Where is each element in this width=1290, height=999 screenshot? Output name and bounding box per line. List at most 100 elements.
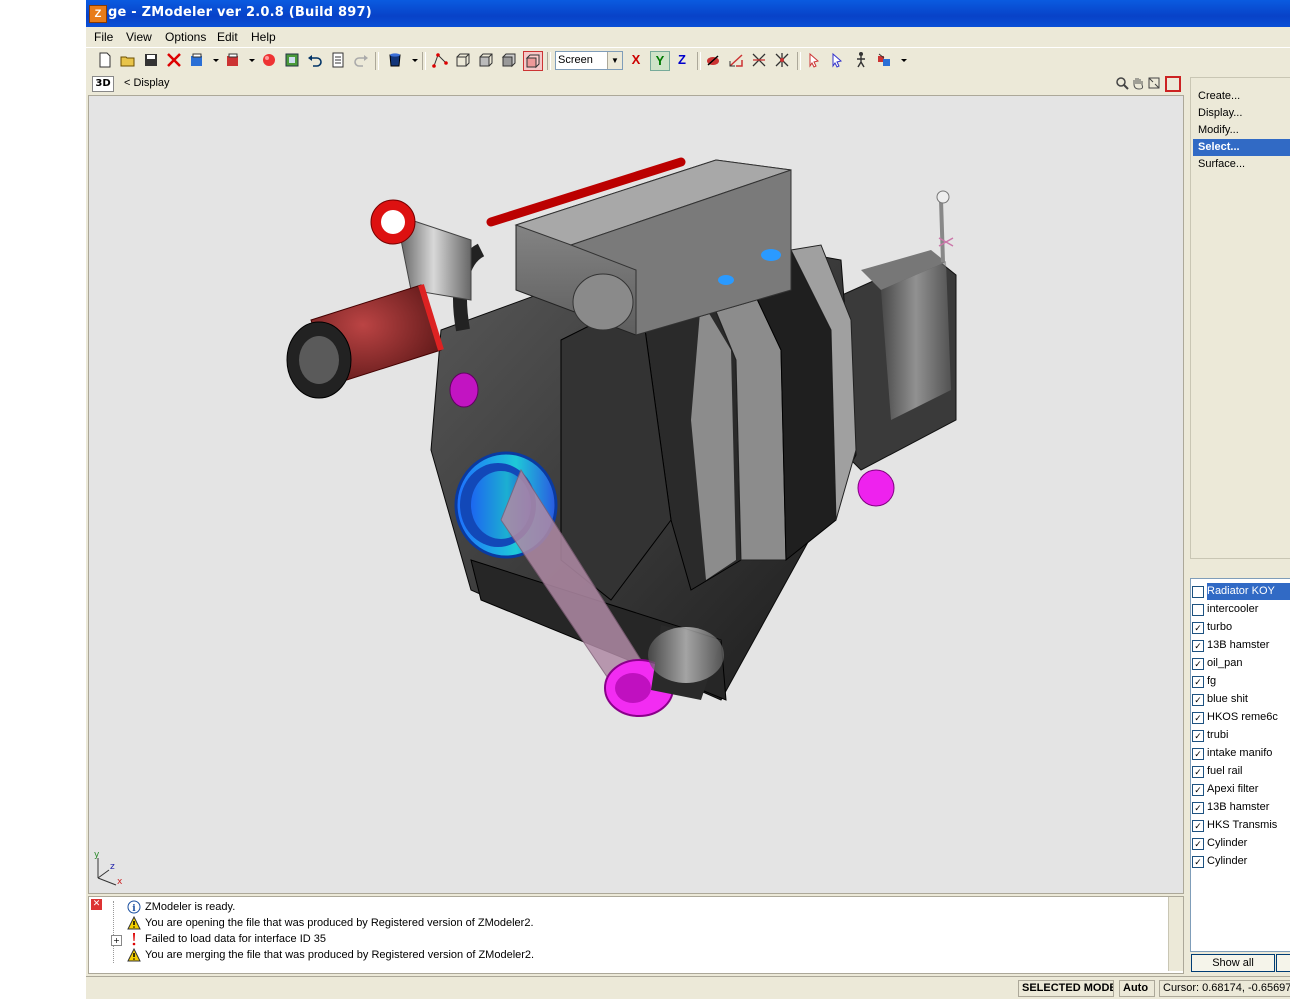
material-dropdown-icon[interactable] <box>406 51 418 69</box>
log-scrollbar[interactable] <box>1168 897 1183 971</box>
move-icon[interactable] <box>727 51 745 69</box>
import-icon[interactable] <box>188 51 206 69</box>
object-item[interactable]: ✓ intake manifo <box>1192 745 1290 762</box>
save-icon[interactable] <box>142 51 160 69</box>
select-color-icon[interactable] <box>875 51 893 69</box>
viewport-label[interactable]: < Display <box>124 77 170 89</box>
hide-all-button[interactable] <box>1276 954 1290 972</box>
texture-icon[interactable] <box>283 51 301 69</box>
render-sphere-icon[interactable] <box>260 51 278 69</box>
checkbox[interactable]: ✓ <box>1192 784 1204 796</box>
checkbox[interactable]: ✓ <box>1192 658 1204 670</box>
import-dropdown-icon[interactable] <box>207 51 219 69</box>
pan-hand-icon[interactable] <box>1131 76 1145 90</box>
checkbox[interactable]: ✓ <box>1192 802 1204 814</box>
object-item[interactable]: ✓ Apexi filter <box>1192 781 1290 798</box>
object-item[interactable]: ✓ 13B hamster <box>1192 799 1290 816</box>
checkbox[interactable]: ✓ <box>1192 640 1204 652</box>
object-item[interactable]: ✓ oil_pan <box>1192 655 1290 672</box>
object-name: HKS Transmis <box>1207 819 1278 831</box>
export-dropdown-icon[interactable] <box>243 51 255 69</box>
object-item[interactable]: ✓ fg <box>1192 673 1290 690</box>
menu-view[interactable]: View <box>126 30 152 44</box>
object-item[interactable]: ✓ turbo <box>1192 619 1290 636</box>
selected-mode-icon[interactable] <box>523 51 543 71</box>
object-mode-icon[interactable] <box>500 51 518 69</box>
checkbox[interactable]: ✓ <box>1192 838 1204 850</box>
checkbox[interactable]: ✓ <box>1192 766 1204 778</box>
object-item[interactable]: intercooler <box>1192 601 1290 618</box>
select-multi-icon[interactable] <box>829 51 847 69</box>
chevron-down-icon[interactable]: ▼ <box>607 52 622 69</box>
object-item[interactable]: Radiator KOY <box>1192 583 1290 600</box>
fit-view-icon[interactable] <box>1147 76 1161 90</box>
object-item[interactable]: ✓ blue shit <box>1192 691 1290 708</box>
checkbox[interactable]: ✓ <box>1192 676 1204 688</box>
close-log-icon[interactable]: ✕ <box>91 899 102 910</box>
expand-icon[interactable]: + <box>111 935 122 946</box>
object-item[interactable]: ✓ Cylinder <box>1192 853 1290 870</box>
object-name: 13B hamster <box>1207 801 1270 813</box>
menu-help[interactable]: Help <box>251 30 276 44</box>
export-icon[interactable] <box>224 51 242 69</box>
object-item[interactable]: ✓ fuel rail <box>1192 763 1290 780</box>
object-item[interactable]: ✓ Cylinder <box>1192 835 1290 852</box>
material-icon[interactable] <box>386 51 404 69</box>
engine-model-render[interactable] <box>89 96 1183 893</box>
object-item[interactable]: ✓ 13B hamster <box>1192 637 1290 654</box>
command-modify[interactable]: Modify... <box>1193 122 1290 139</box>
vertex-mode-icon[interactable] <box>431 51 449 69</box>
menu-edit[interactable]: Edit <box>217 30 238 44</box>
view-mode-select[interactable]: Screen ▼ <box>555 51 623 70</box>
object-item[interactable]: ✓ HKS Transmis <box>1192 817 1290 834</box>
checkbox[interactable] <box>1192 586 1204 598</box>
viewport-header: 3D < Display <box>86 73 1186 94</box>
checkbox[interactable]: ✓ <box>1192 622 1204 634</box>
show-all-button[interactable]: Show all <box>1191 954 1275 972</box>
checkbox[interactable]: ✓ <box>1192 856 1204 868</box>
status-auto[interactable]: Auto <box>1119 980 1155 997</box>
edge-mode-icon[interactable] <box>454 51 472 69</box>
axis-z-button[interactable]: Z <box>673 51 691 69</box>
view-mode-value: Screen <box>558 54 593 66</box>
checkbox[interactable]: ✓ <box>1192 748 1204 760</box>
command-select[interactable]: Select... <box>1193 139 1290 156</box>
maximize-viewport-icon[interactable] <box>1165 76 1181 92</box>
redo-icon[interactable] <box>352 51 370 69</box>
zoom-icon[interactable] <box>1115 76 1129 90</box>
face-mode-icon[interactable] <box>477 51 495 69</box>
object-name: intercooler <box>1207 603 1259 615</box>
checkbox[interactable]: ✓ <box>1192 694 1204 706</box>
viewport-mode-badge[interactable]: 3D <box>92 76 114 92</box>
menu-options[interactable]: Options <box>165 30 206 44</box>
new-file-icon[interactable] <box>96 51 114 69</box>
object-item[interactable]: ✓ HKOS reme6c <box>1192 709 1290 726</box>
scale-icon[interactable] <box>773 51 791 69</box>
checkbox[interactable]: ✓ <box>1192 730 1204 742</box>
object-item[interactable]: ✓ trubi <box>1192 727 1290 744</box>
title-bar[interactable]: Z ge - ZModeler ver 2.0.8 (Build 897) <box>86 0 1290 27</box>
axis-y-button[interactable]: Y <box>650 51 670 71</box>
checkbox[interactable] <box>1192 604 1204 616</box>
command-create[interactable]: Create... <box>1193 88 1290 105</box>
notes-icon[interactable] <box>329 51 347 69</box>
3d-viewport[interactable]: y z x <box>88 95 1184 894</box>
hide-icon[interactable] <box>704 51 722 69</box>
command-surface[interactable]: Surface... <box>1193 156 1290 173</box>
undo-icon[interactable] <box>306 51 324 69</box>
select-dropdown-icon[interactable] <box>895 51 907 69</box>
open-file-icon[interactable] <box>119 51 137 69</box>
checkbox[interactable]: ✓ <box>1192 712 1204 724</box>
zmodeler-logo-icon[interactable]: Z <box>89 5 107 23</box>
command-display[interactable]: Display... <box>1193 105 1290 122</box>
menu-file[interactable]: File <box>94 30 113 44</box>
command-menu: Create... Display... Modify... Select...… <box>1193 88 1290 173</box>
checkbox[interactable]: ✓ <box>1192 820 1204 832</box>
gizmo-z-label: z <box>110 862 115 872</box>
warning-icon <box>127 915 141 930</box>
select-person-icon[interactable] <box>852 51 870 69</box>
select-single-icon[interactable] <box>806 51 824 69</box>
delete-icon[interactable] <box>165 51 183 69</box>
axis-x-button[interactable]: X <box>627 51 645 69</box>
rotate-icon[interactable] <box>750 51 768 69</box>
